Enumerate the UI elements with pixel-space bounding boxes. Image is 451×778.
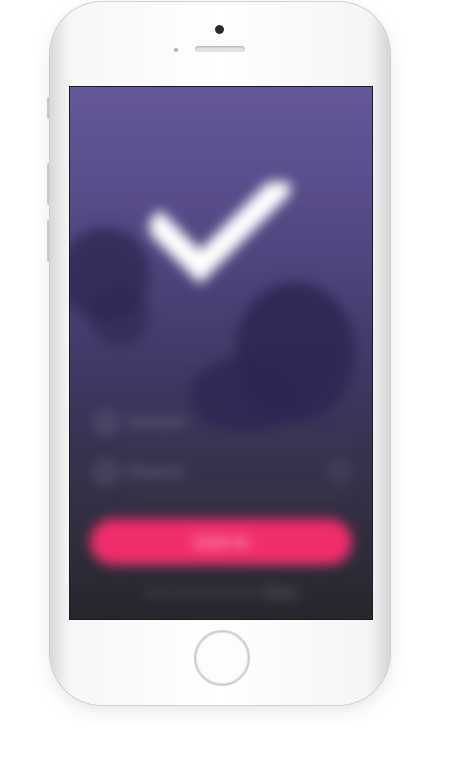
background-tree [235, 282, 355, 422]
signup-prompt: Don't have an account? Signup [70, 587, 372, 599]
show-password-icon[interactable] [330, 463, 348, 481]
proximity-sensor [174, 48, 178, 52]
home-button[interactable] [194, 630, 250, 686]
input-underline [126, 492, 352, 493]
checkmark-icon [150, 182, 290, 284]
app-screen: Username Password SIGN IN Don't have an … [69, 86, 373, 620]
username-field[interactable]: Username [90, 409, 352, 443]
lock-icon [96, 463, 116, 483]
password-placeholder: Password [126, 464, 184, 479]
signup-prompt-text: Don't have an account? [144, 587, 260, 599]
user-icon [96, 413, 116, 433]
background-tree [90, 287, 150, 347]
blurred-login-view: Username Password SIGN IN Don't have an … [70, 87, 372, 619]
username-placeholder: Username [126, 414, 186, 429]
earpiece-speaker [195, 46, 245, 52]
password-field[interactable]: Password [90, 459, 352, 493]
input-underline [126, 442, 352, 443]
signup-link[interactable]: Signup [263, 587, 297, 599]
sign-in-button[interactable]: SIGN IN [90, 519, 352, 565]
front-camera [215, 25, 224, 34]
